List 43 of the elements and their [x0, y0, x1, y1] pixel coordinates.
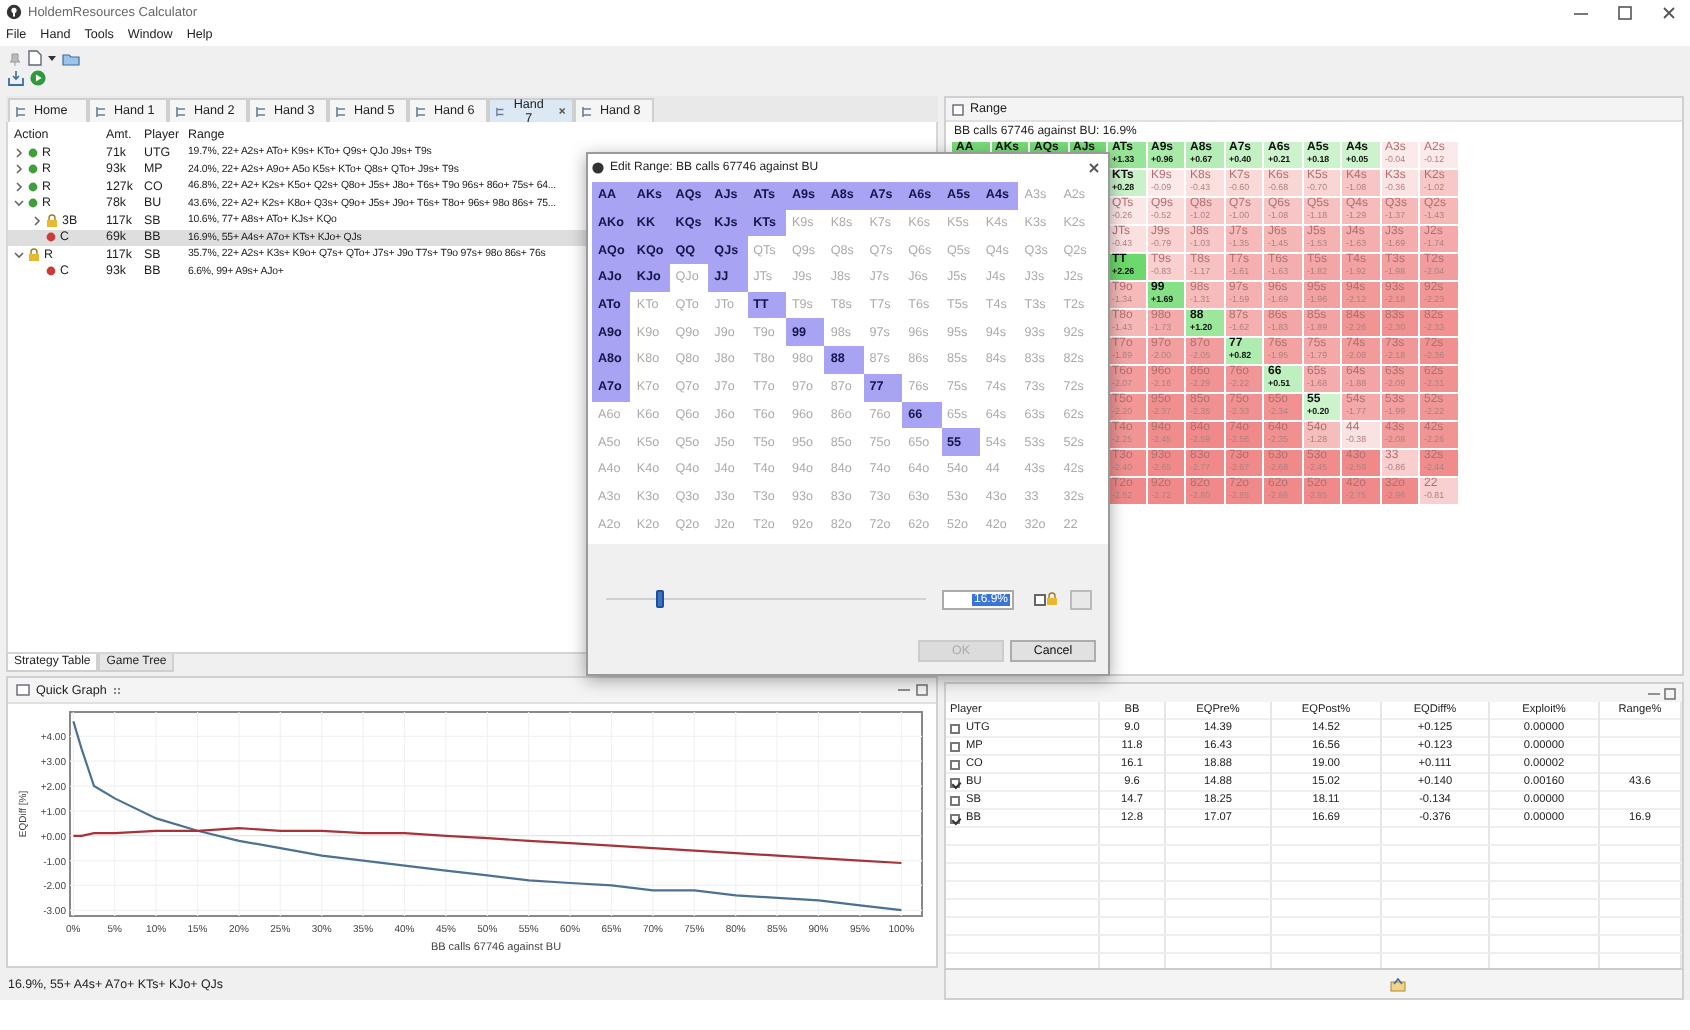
tree-icon	[256, 105, 268, 117]
tree-icon	[496, 105, 506, 117]
chevron-icon[interactable]	[14, 249, 24, 260]
checkbox[interactable]	[950, 724, 960, 734]
panel-icon	[952, 103, 964, 115]
chevron-icon[interactable]	[32, 215, 42, 226]
tree-icon	[16, 105, 28, 117]
close-icon[interactable]	[1088, 161, 1100, 173]
close-icon[interactable]	[557, 106, 566, 116]
tree-icon	[176, 105, 188, 117]
checkbox[interactable]	[950, 778, 960, 788]
chevron-icon[interactable]	[14, 164, 24, 175]
maximize-icon[interactable]	[1618, 5, 1632, 19]
lock-icon	[28, 247, 40, 262]
chevron-icon[interactable]	[14, 181, 24, 192]
minimize-icon[interactable]	[1648, 687, 1660, 699]
folder-icon[interactable]	[62, 51, 80, 65]
checkbox[interactable]	[950, 814, 960, 824]
chevron-icon[interactable]	[14, 147, 24, 158]
lock-icon	[1046, 592, 1058, 607]
checkbox[interactable]	[950, 760, 960, 770]
tree-icon	[582, 105, 594, 117]
slider-thumb[interactable]	[656, 590, 665, 609]
caret-icon[interactable]	[48, 54, 56, 62]
close-icon[interactable]	[1662, 5, 1676, 19]
checkbox[interactable]	[950, 742, 960, 752]
panel-icon	[16, 684, 30, 696]
chevron-icon[interactable]	[14, 198, 24, 209]
tree-icon	[416, 105, 428, 117]
minimize-icon[interactable]	[898, 684, 910, 696]
checkbox[interactable]	[950, 796, 960, 806]
maximize-icon[interactable]	[916, 684, 928, 696]
checkbox[interactable]	[1034, 593, 1046, 606]
export-icon[interactable]	[1390, 977, 1406, 991]
document-icon[interactable]	[28, 50, 42, 66]
play-circle-icon[interactable]	[30, 70, 46, 86]
tree-icon	[336, 105, 348, 117]
maximize-icon[interactable]	[1664, 687, 1676, 699]
app-icon	[592, 161, 604, 173]
tree-icon	[96, 105, 108, 117]
lock-icon	[46, 213, 58, 228]
grip-icon	[112, 685, 123, 695]
tray-icon[interactable]	[8, 70, 24, 86]
